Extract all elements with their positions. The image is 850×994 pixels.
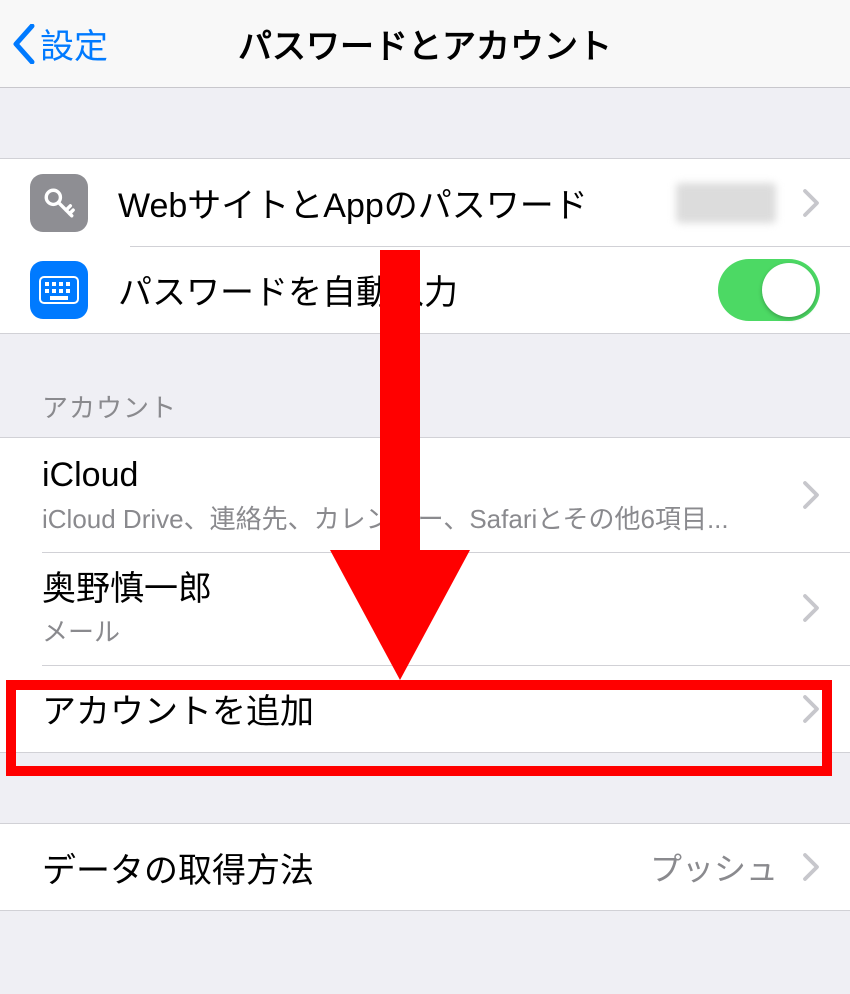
account-row-icloud[interactable]: iCloud iCloud Drive、連絡先、カレンダー、Safariとその他… xyxy=(0,437,850,552)
fetch-data-value: プッシュ xyxy=(650,844,778,890)
autofill-passwords-row[interactable]: パスワードを自動入力 xyxy=(0,246,850,334)
key-icon xyxy=(30,174,88,232)
account-title: 奥野慎一郎 xyxy=(42,568,786,611)
autofill-toggle[interactable] xyxy=(718,259,820,321)
chevron-right-icon xyxy=(802,188,820,218)
chevron-right-icon xyxy=(802,852,820,882)
add-account-label: アカウントを追加 xyxy=(42,684,786,733)
chevron-left-icon xyxy=(12,24,36,64)
website-app-passwords-row[interactable]: WebサイトとAppのパスワード xyxy=(0,158,850,246)
chevron-right-icon xyxy=(802,480,820,510)
account-row-user[interactable]: 奥野慎一郎 メール xyxy=(0,552,850,666)
autofill-passwords-label: パスワードを自動入力 xyxy=(118,265,718,314)
account-subtitle: iCloud Drive、連絡先、カレンダー、Safariとその他6項目... xyxy=(42,499,786,536)
password-count-blurred xyxy=(676,183,776,223)
account-title: iCloud xyxy=(42,454,786,497)
page-title: パスワードとアカウント xyxy=(0,19,850,68)
add-account-row[interactable]: アカウントを追加 xyxy=(0,665,850,753)
passwords-group: WebサイトとAppのパスワード パスワードを自動入力 xyxy=(0,158,850,334)
back-button[interactable]: 設定 xyxy=(0,19,108,68)
keyboard-icon xyxy=(30,261,88,319)
accounts-group: アカウント iCloud iCloud Drive、連絡先、カレンダー、Safa… xyxy=(0,388,850,753)
toggle-knob xyxy=(762,263,816,317)
website-app-passwords-label: WebサイトとAppのパスワード xyxy=(118,178,676,227)
fetch-group: データの取得方法 プッシュ xyxy=(0,823,850,911)
account-subtitle: メール xyxy=(42,612,786,649)
fetch-data-label: データの取得方法 xyxy=(42,843,650,892)
back-label: 設定 xyxy=(40,19,108,68)
chevron-right-icon xyxy=(802,593,820,623)
chevron-right-icon xyxy=(802,694,820,724)
accounts-header: アカウント xyxy=(0,388,850,437)
fetch-data-row[interactable]: データの取得方法 プッシュ xyxy=(0,823,850,911)
navigation-bar: 設定 パスワードとアカウント xyxy=(0,0,850,88)
